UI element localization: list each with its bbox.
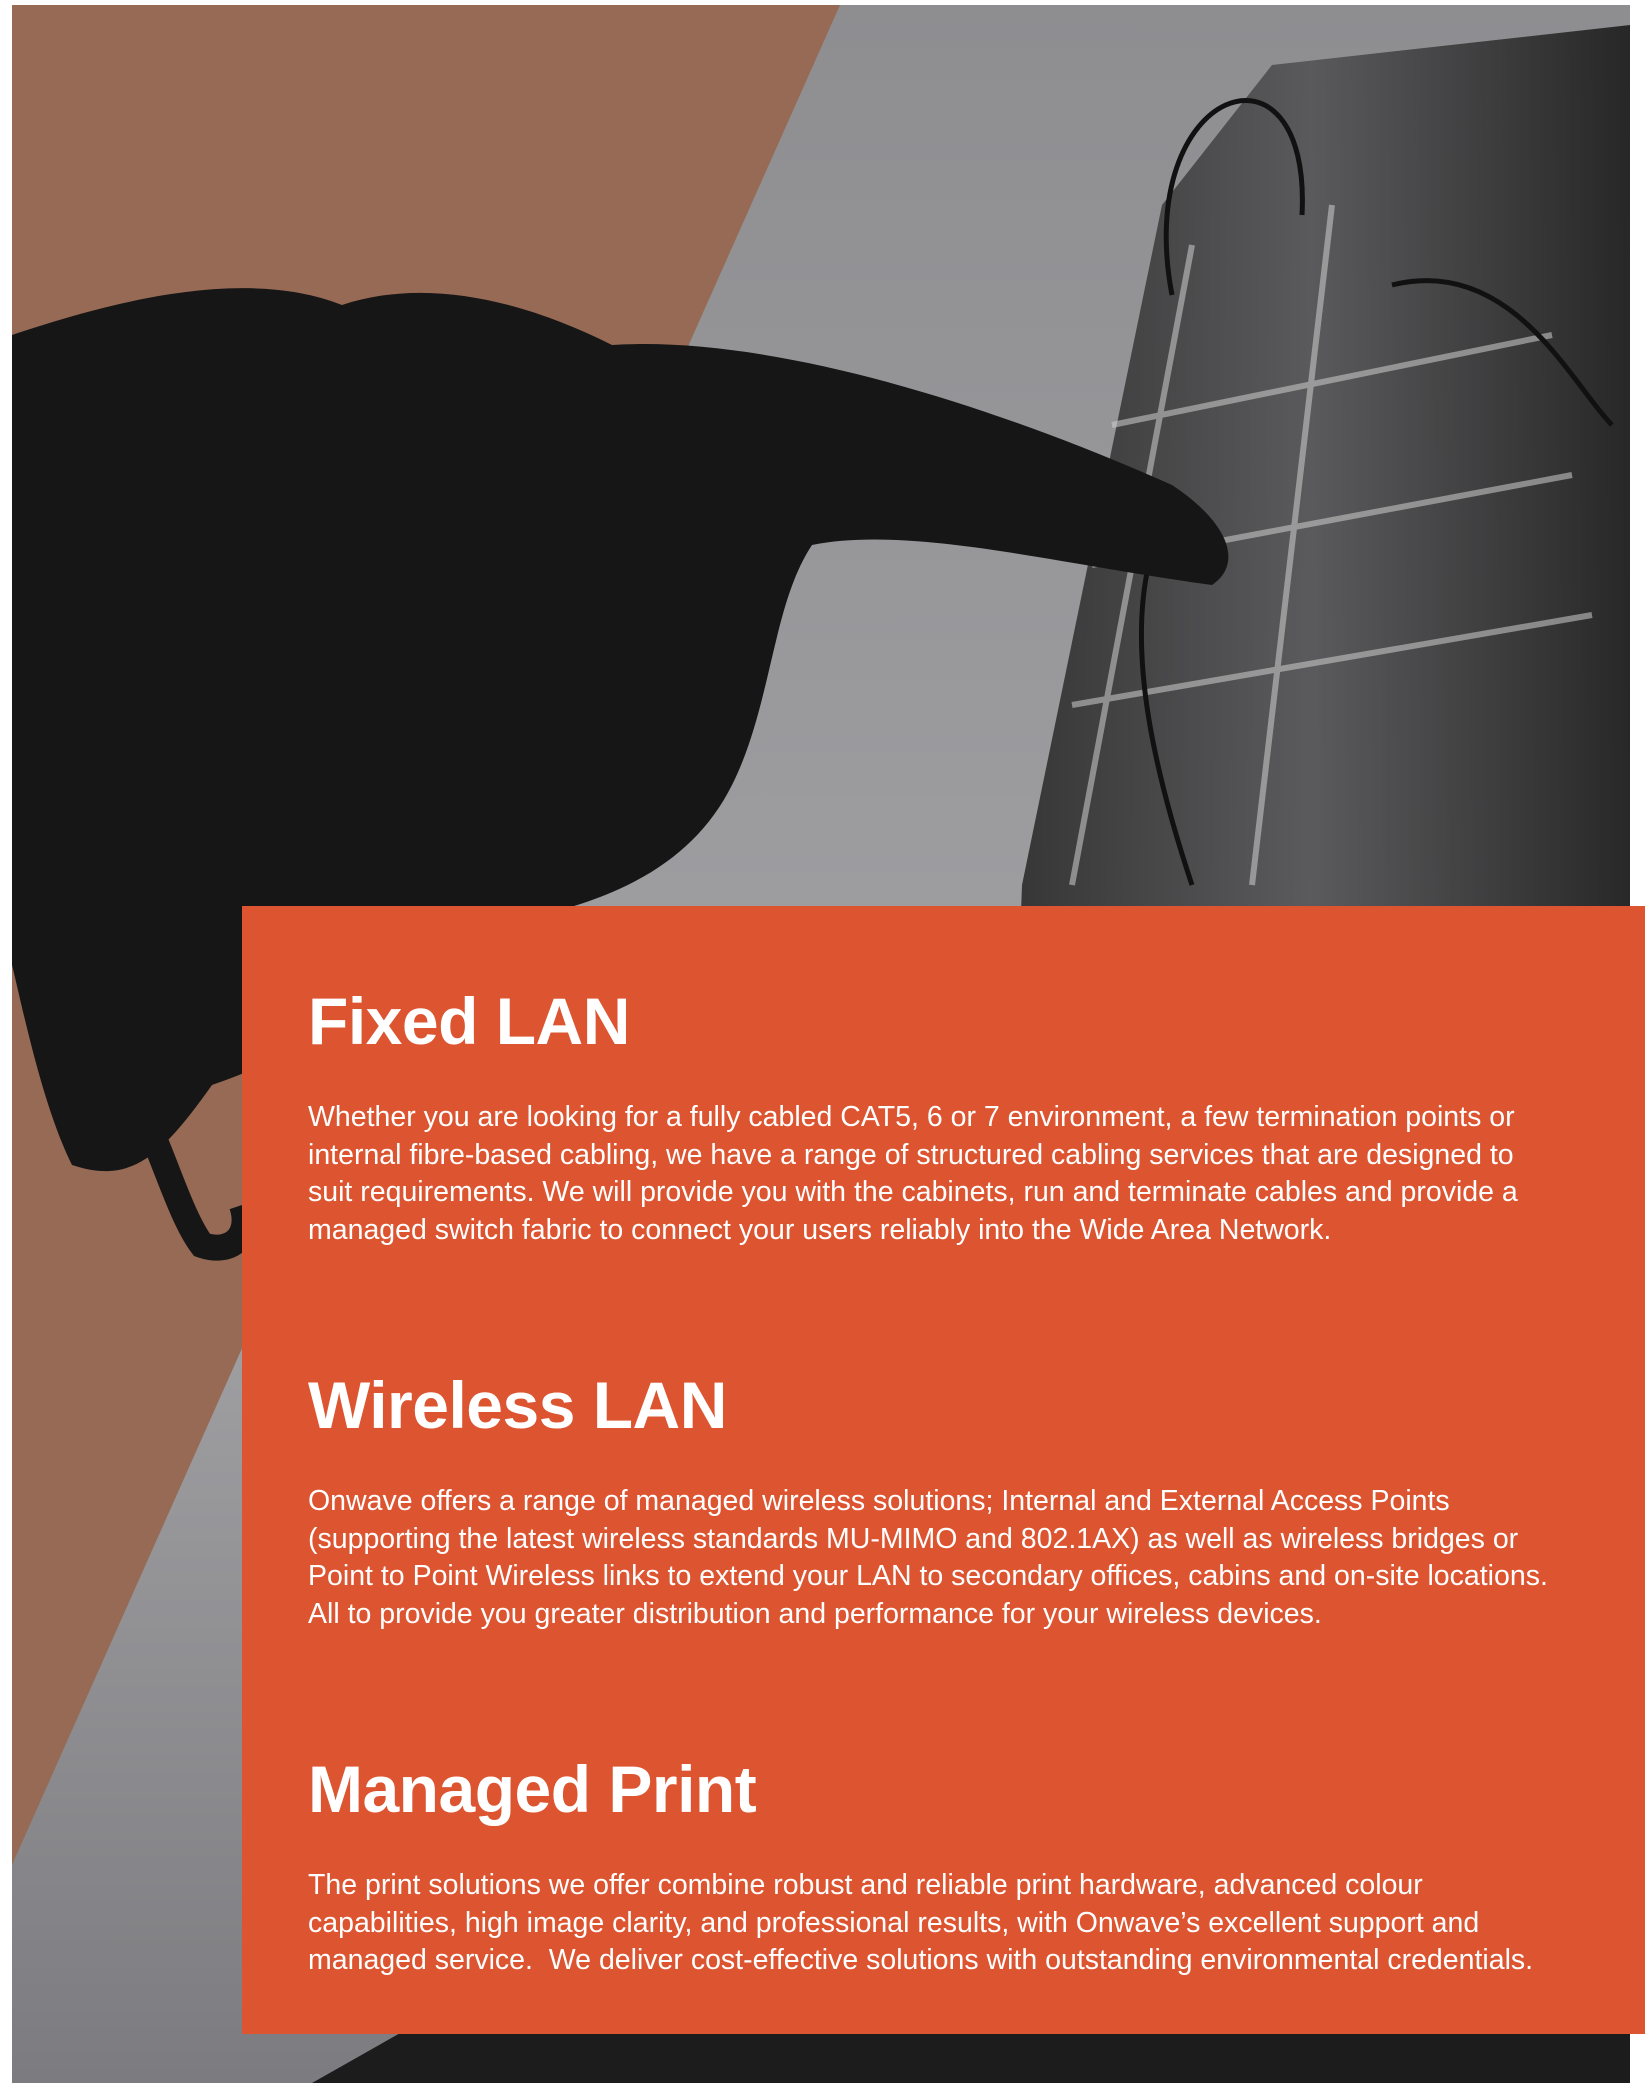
body-line: Whether you are looking for a fully cabl… (308, 1101, 1515, 1133)
body-line: (supporting the latest wireless standard… (308, 1522, 1519, 1555)
body-line: The print solutions we offer combine rob… (308, 1869, 1423, 1901)
body-line: capabilities, high image clarity, and pr… (308, 1906, 1480, 1939)
section-body: Onwave offers a range of managed wireles… (308, 1483, 1645, 1633)
section-heading: Managed Print (308, 1752, 757, 1826)
section-heading: Wireless LAN (308, 1368, 727, 1442)
managed-print-section: Managed Print The print solutions we off… (308, 1749, 1645, 1980)
body-line: Point to Point Wireless links to extend … (308, 1560, 1548, 1592)
body-line: suit requirements. We will provide you w… (308, 1176, 1518, 1208)
body-line: Onwave offers a range of managed wireles… (308, 1485, 1450, 1517)
body-line: internal fibre-based cabling, we have a … (308, 1138, 1514, 1171)
section-heading: Fixed LAN (308, 984, 630, 1058)
section-body: The print solutions we offer combine rob… (308, 1867, 1645, 1980)
fixed-lan-section: Fixed LAN Whether you are looking for a … (308, 981, 1645, 1249)
section-body: Whether you are looking for a fully cabl… (308, 1099, 1645, 1249)
body-line: managed switch fabric to connect your us… (308, 1213, 1332, 1246)
services-panel: Fixed LAN Whether you are looking for a … (242, 906, 1645, 2034)
wireless-lan-section: Wireless LAN Onwave offers a range of ma… (308, 1365, 1645, 1633)
body-line: managed service. We deliver cost-effecti… (308, 1944, 1534, 1976)
body-line: All to provide you greater distribution … (308, 1597, 1322, 1630)
